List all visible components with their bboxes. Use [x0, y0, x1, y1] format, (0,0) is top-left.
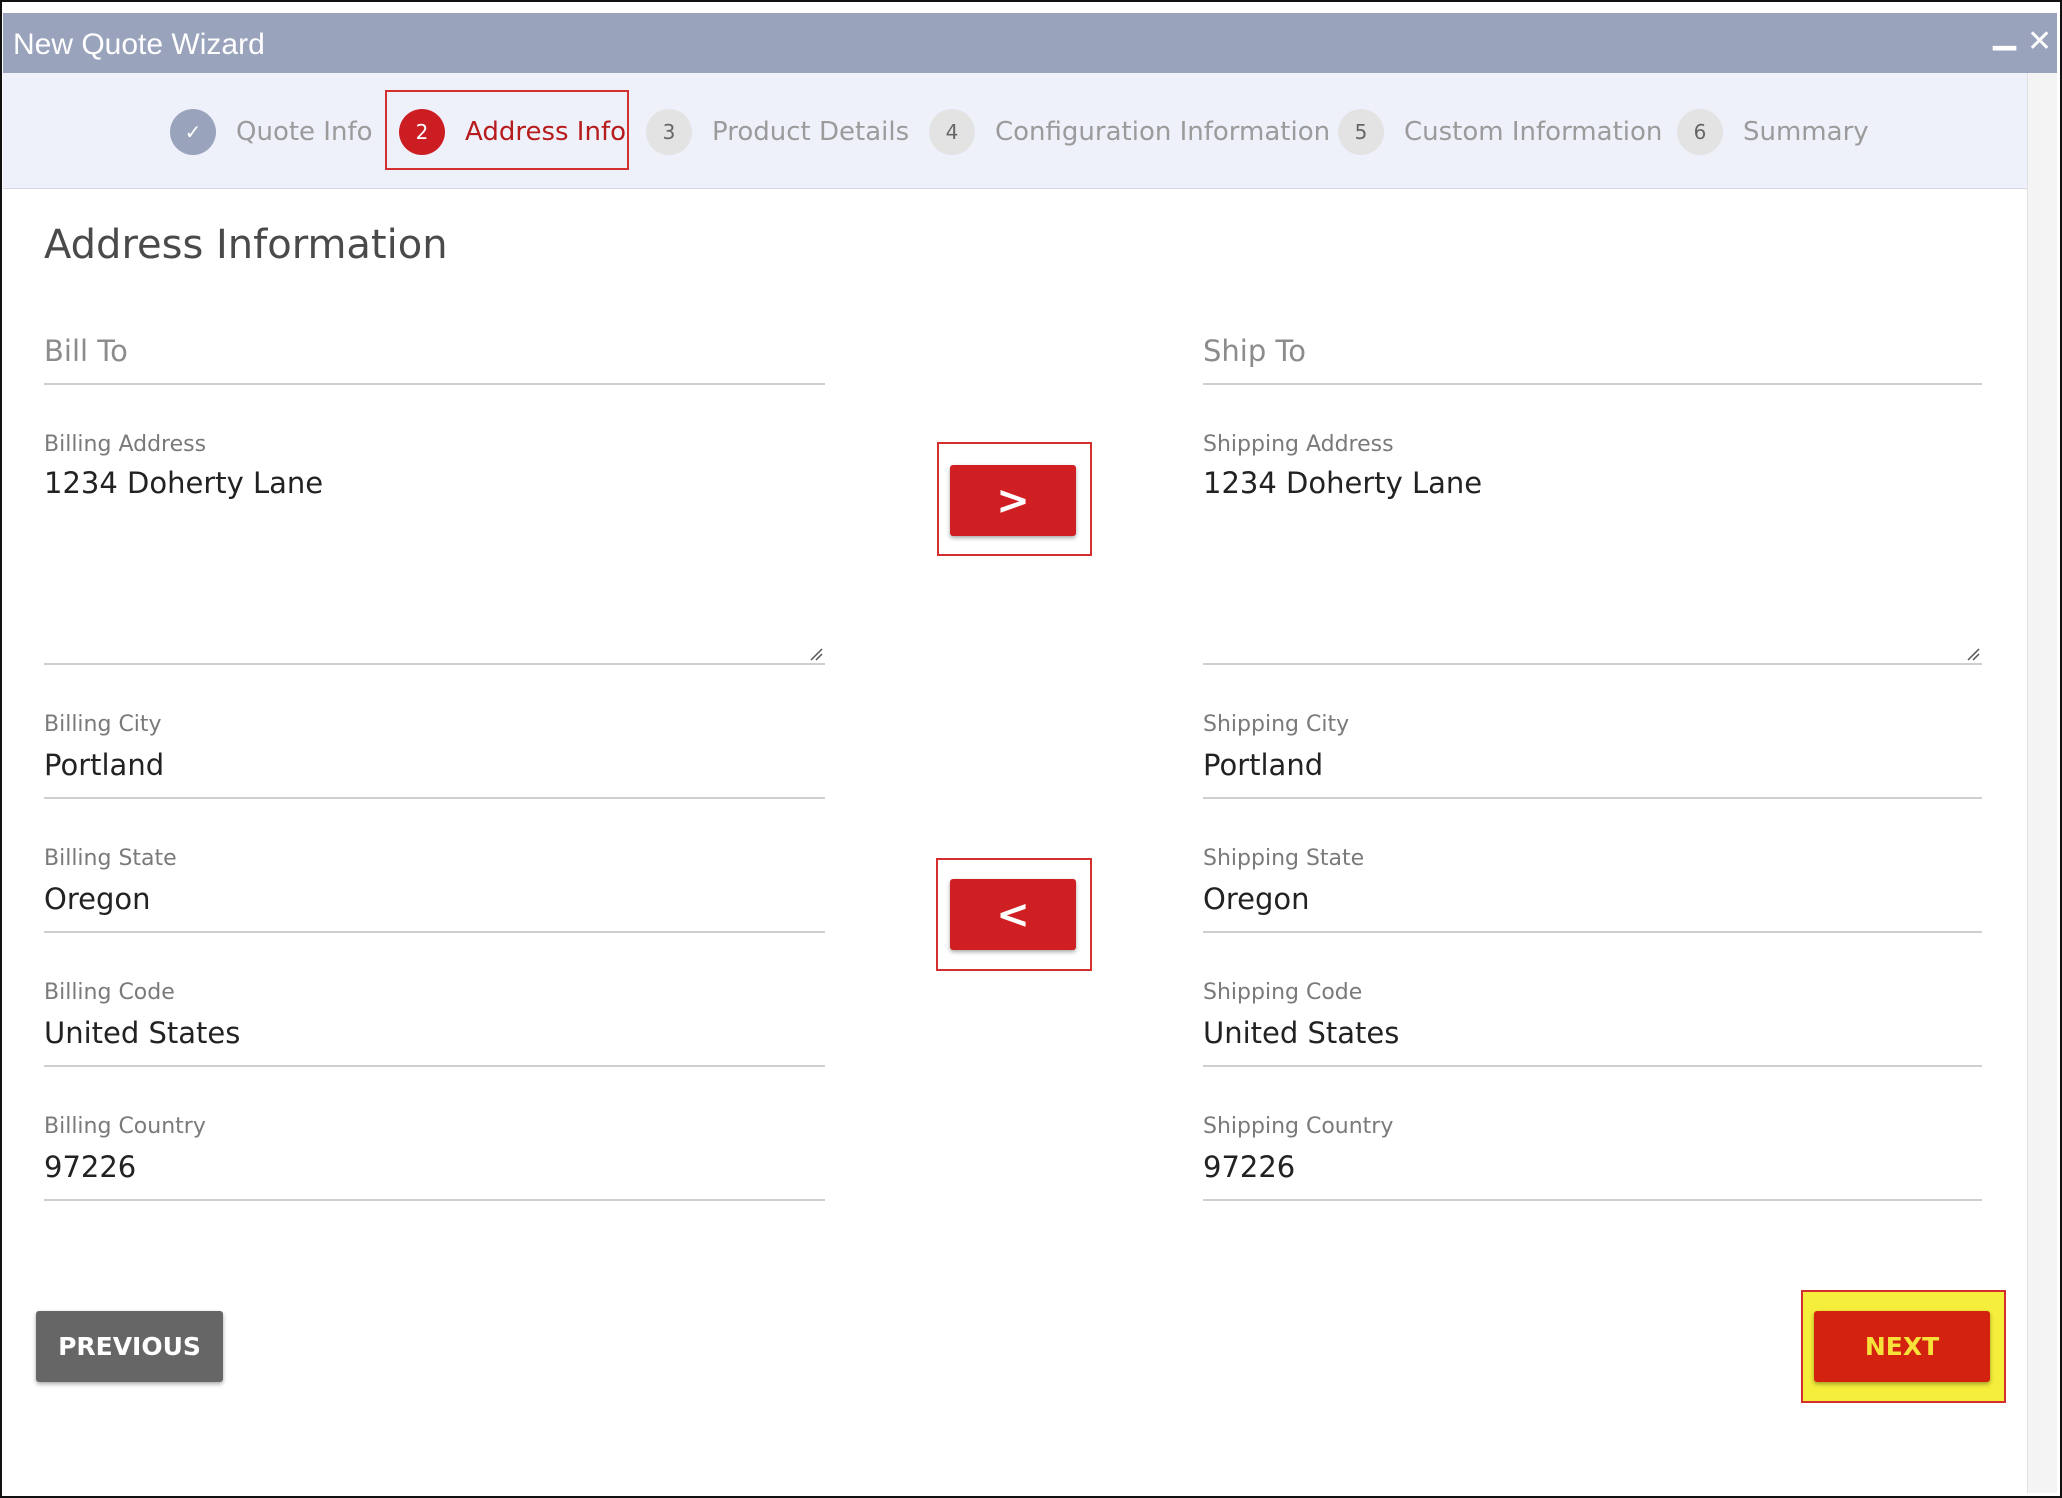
billing-code-field[interactable]: United States [44, 1016, 240, 1050]
step-number: 4 [929, 109, 975, 155]
billing-address-field[interactable]: 1234 Doherty Lane [44, 462, 825, 665]
check-icon: ✓ [170, 109, 216, 155]
window-title: New Quote Wizard [13, 28, 265, 61]
shipping-code-field[interactable]: United States [1203, 1016, 1399, 1050]
step-summary[interactable]: 6 Summary [1677, 109, 1869, 155]
shipping-country-label: Shipping Country [1203, 1114, 1394, 1139]
divider [1203, 1065, 1982, 1067]
shipping-address-value: 1234 Doherty Lane [1203, 466, 1483, 500]
divider [1203, 931, 1982, 933]
shipping-state-field[interactable]: Oregon [1203, 882, 1309, 916]
billing-code-label: Billing Code [44, 980, 175, 1005]
step-quote-info[interactable]: ✓ Quote Info [170, 109, 373, 155]
scrollbar-track[interactable] [2027, 73, 2057, 1493]
step-number: 5 [1338, 109, 1384, 155]
billing-city-field[interactable]: Portland [44, 748, 164, 782]
shipping-code-label: Shipping Code [1203, 980, 1363, 1005]
bill-to-heading: Bill To [44, 334, 128, 368]
billing-country-field[interactable]: 97226 [44, 1150, 136, 1184]
billing-country-label: Billing Country [44, 1114, 206, 1139]
shipping-city-field[interactable]: Portland [1203, 748, 1323, 782]
copy-to-billing-button[interactable]: < [950, 879, 1076, 950]
billing-city-label: Billing City [44, 712, 162, 737]
divider [44, 1199, 825, 1201]
divider [44, 383, 825, 385]
step-custom-information[interactable]: 5 Custom Information [1338, 109, 1662, 155]
step-number: 3 [646, 109, 692, 155]
divider [1203, 797, 1982, 799]
shipping-country-field[interactable]: 97226 [1203, 1150, 1295, 1184]
step-number: 6 [1677, 109, 1723, 155]
section-title: Address Information [44, 222, 448, 268]
step-label: Product Details [712, 117, 910, 147]
wizard-stepper: ✓ Quote Info 2 Address Info 3 Product De… [3, 73, 2027, 189]
active-step-highlight [385, 90, 629, 170]
divider [44, 663, 825, 665]
billing-state-label: Billing State [44, 846, 177, 871]
divider [1203, 663, 1982, 665]
step-product-details[interactable]: 3 Product Details [646, 109, 909, 155]
billing-address-value: 1234 Doherty Lane [44, 466, 324, 500]
resize-handle-icon[interactable] [1966, 647, 1980, 661]
shipping-address-label: Shipping Address [1203, 432, 1394, 457]
minimize-icon[interactable]: ▁ [1993, 19, 2016, 49]
shipping-city-label: Shipping City [1203, 712, 1350, 737]
resize-handle-icon[interactable] [809, 647, 823, 661]
copy-to-shipping-button[interactable]: > [950, 465, 1076, 536]
shipping-address-field[interactable]: 1234 Doherty Lane [1203, 462, 1982, 665]
step-label: Quote Info [236, 117, 373, 147]
billing-address-label: Billing Address [44, 432, 207, 457]
close-icon[interactable]: ✕ [2027, 27, 2052, 57]
divider [44, 1065, 825, 1067]
step-label: Custom Information [1404, 117, 1663, 147]
ship-to-heading: Ship To [1203, 334, 1307, 368]
step-label: Configuration Information [995, 117, 1331, 147]
divider [1203, 1199, 1982, 1201]
billing-state-field[interactable]: Oregon [44, 882, 150, 916]
divider [44, 931, 825, 933]
title-bar: New Quote Wizard ▁ ✕ [3, 13, 2057, 73]
step-label: Summary [1743, 117, 1869, 147]
divider [1203, 383, 1982, 385]
shipping-state-label: Shipping State [1203, 846, 1365, 871]
next-button[interactable]: NEXT [1814, 1311, 1990, 1382]
divider [44, 797, 825, 799]
previous-button[interactable]: PREVIOUS [36, 1311, 223, 1382]
step-configuration-information[interactable]: 4 Configuration Information [929, 109, 1330, 155]
